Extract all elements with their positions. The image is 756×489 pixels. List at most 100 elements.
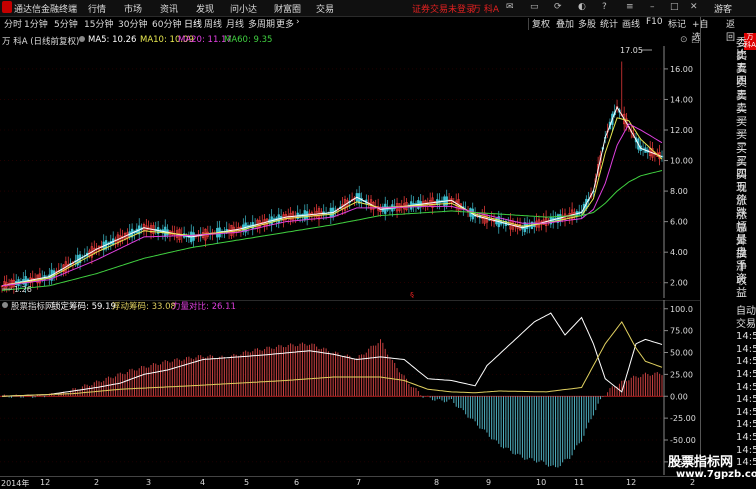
period-multi[interactable]: 多周期 — [248, 17, 275, 30]
guest-label[interactable]: 游客 — [714, 2, 732, 15]
section-marker: § — [410, 291, 414, 298]
ma-line-ma60 — [1, 170, 663, 291]
price-tick-label: 10.00 — [670, 157, 693, 166]
indicator-bars — [3, 339, 663, 468]
period-15min[interactable]: 15分钟 — [84, 17, 113, 30]
month-tick: 12 — [40, 478, 51, 487]
price-tick-label: 14.00 — [670, 95, 693, 104]
app-title: 通达信金融终端 — [14, 5, 78, 15]
indicator-tick-label: -25.00 — [670, 414, 696, 423]
btn-multi-stock[interactable]: 多股 — [578, 17, 596, 30]
menu-wealth[interactable]: 财富圈 — [274, 2, 301, 15]
trade-time-label: 14:56 — [736, 432, 756, 443]
period-1min[interactable]: 1分钟 — [24, 17, 48, 30]
price-tick-label: 12.00 — [670, 126, 693, 135]
account-stock-name: 万 科A — [472, 5, 500, 15]
indicator-axis: 100.075.0050.0025.000.00-25.00-50.00-75.… — [663, 300, 696, 475]
indicator-tick-label: 50.00 — [670, 349, 693, 358]
period-5min[interactable]: 5分钟 — [54, 17, 78, 30]
quote-label: 收益 — [736, 273, 747, 299]
month-tick: 7 — [356, 478, 362, 487]
menubar: 通达信金融终端 行情 市场 资讯 发现 问小达 财富圈 交易 证券交易未登录 万… — [0, 0, 756, 17]
price-tick-label: 8.00 — [670, 187, 688, 196]
price-tick-label: 16.00 — [670, 65, 693, 74]
chart-zoom-icon[interactable]: □ — [691, 35, 700, 45]
ma5-value: MA5: 10.26 — [88, 35, 137, 45]
period-toolbar: 分时 1分钟 5分钟 15分钟 30分钟 60分钟 日线 周线 月线 多周期 更… — [0, 17, 735, 43]
time-axis: 2014年 12 2 3 4 5 6 7 8 9 10 11 12 2 — [0, 476, 700, 488]
link-icon[interactable]: ⟳ — [554, 2, 562, 12]
ma-line-ma20 — [1, 123, 663, 287]
message-icon[interactable]: ✉ — [506, 2, 514, 12]
close-icon[interactable]: ✕ — [690, 2, 698, 12]
btn-draw[interactable]: 画线 — [622, 17, 640, 30]
month-tick: 10 — [536, 478, 547, 487]
month-tick: 6 — [294, 478, 300, 487]
period-60min[interactable]: 60分钟 — [152, 17, 181, 30]
minimize-icon[interactable]: – — [650, 2, 655, 12]
period-more[interactable]: 更多 — [276, 17, 294, 30]
app-logo-icon — [2, 1, 12, 13]
low-price-label: 1.26 — [14, 285, 32, 294]
account-login-notice[interactable]: 证券交易未登录 — [412, 2, 475, 15]
trade-time-label: 14:56 — [736, 381, 756, 393]
help-icon[interactable]: ? — [602, 2, 607, 12]
trade-time-label: 14:56 — [736, 406, 756, 418]
price-tick-label: 6.00 — [670, 218, 688, 227]
price-ma-lines — [1, 105, 663, 291]
period-monthly[interactable]: 月线 — [226, 17, 244, 30]
btn-mark[interactable]: 标记 — [668, 17, 686, 30]
trade-time-label: 交易 — [736, 318, 756, 330]
ma-line-ma10 — [1, 117, 663, 287]
menu-ask[interactable]: 问小达 — [230, 2, 257, 15]
watermark-url: www.7gpzb.com — [676, 469, 756, 480]
layout-icon[interactable]: ▭ — [530, 2, 539, 12]
menu-news[interactable]: 资讯 — [160, 2, 178, 15]
menu-trade[interactable]: 交易 — [316, 2, 334, 15]
ma60-value: MA60: 9.35 — [224, 35, 273, 45]
indicator-tick-label: 100.0 — [670, 305, 693, 314]
month-tick: 9 — [486, 478, 492, 487]
maximize-icon[interactable]: □ — [670, 2, 679, 12]
indicator-tick-label: 75.00 — [670, 327, 693, 336]
price-tick-label: 2.00 — [670, 279, 688, 288]
menu-market[interactable]: 市场 — [124, 2, 142, 15]
period-daily[interactable]: 日线 — [184, 17, 202, 30]
ma-line-ma5 — [1, 105, 663, 287]
watermark-title: 股票指标网 — [668, 455, 734, 470]
period-30min[interactable]: 30分钟 — [118, 17, 147, 30]
month-tick: 4 — [200, 478, 206, 487]
price-candles — [0, 61, 664, 294]
menu-discover[interactable]: 发现 — [196, 2, 214, 15]
chart-settings-icon[interactable]: ⊙ — [680, 35, 688, 45]
btn-adjust[interactable]: 复权 — [532, 17, 550, 30]
high-price-label: 17.05 — [620, 46, 643, 55]
settings-dot-icon[interactable] — [79, 36, 85, 42]
month-tick: 3 — [146, 478, 152, 487]
menu-market-quotes[interactable]: 行情 — [88, 2, 106, 15]
toolbar-divider — [528, 18, 529, 30]
period-weekly[interactable]: 周线 — [204, 17, 222, 30]
indicator-chart[interactable]: 100.075.0050.0025.000.00-25.00-50.00-75.… — [0, 300, 700, 475]
btn-f10[interactable]: F10 — [646, 17, 663, 27]
trade-time-label: 14:56 — [736, 457, 756, 469]
month-tick: 2 — [94, 478, 100, 487]
period-intraday[interactable]: 分时 — [4, 17, 22, 30]
indicator-tick-label: 0.00 — [670, 392, 688, 401]
skin-icon[interactable]: ◐ — [578, 2, 586, 12]
price-chart[interactable]: 16.00 14.00 12.00 10.00 8.00 6.00 4.00 2.00 17.… — [0, 46, 700, 298]
menu-icon[interactable]: ≡ — [626, 2, 634, 12]
month-tick: 11 — [574, 478, 585, 487]
trade-time-label: 14:56 — [736, 356, 756, 368]
trade-time-label: 14:56 — [736, 444, 756, 456]
month-tick: 8 — [434, 478, 440, 487]
month-tick: 12 — [626, 478, 637, 487]
btn-overlay[interactable]: 叠加 — [556, 17, 574, 30]
price-axis: 16.00 14.00 12.00 10.00 8.00 6.00 4.00 2.00 — [663, 46, 693, 298]
price-tick-label: 4.00 — [670, 248, 688, 257]
btn-stats[interactable]: 统计 — [600, 17, 618, 30]
trade-time-label: 14:56 — [736, 394, 756, 406]
chevron-right-icon[interactable]: › — [296, 17, 300, 27]
year-label: 2014年 — [1, 479, 30, 488]
trade-time-label: 14:56 — [736, 419, 756, 431]
